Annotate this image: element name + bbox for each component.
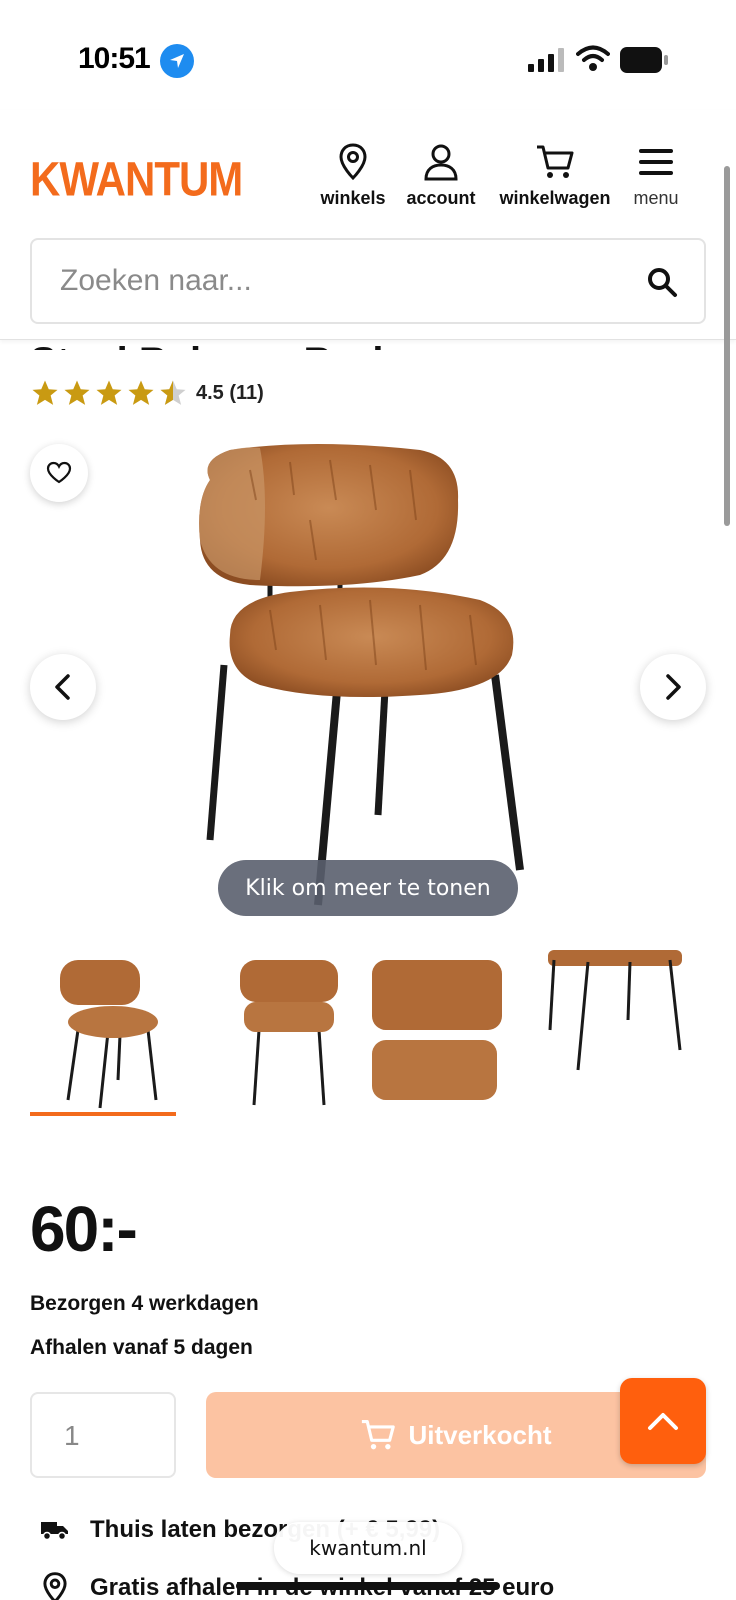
location-arrow-icon: [160, 44, 194, 78]
thumbnail-2[interactable]: [214, 950, 364, 1110]
location-pin-icon: [38, 1572, 72, 1600]
star-icon: [96, 380, 122, 405]
active-thumbnail-indicator: [30, 1112, 176, 1116]
quantity-value: 1: [64, 1420, 80, 1451]
cellular-signal-icon: [528, 48, 564, 72]
nav-menu[interactable]: menu: [628, 140, 684, 209]
star-icon: [64, 380, 90, 405]
quantity-field[interactable]: 1: [30, 1392, 176, 1478]
battery-icon: [620, 47, 668, 73]
thumbnail-strip: [30, 950, 710, 1120]
home-indicator: [236, 1582, 500, 1590]
nav-account[interactable]: account: [400, 140, 482, 209]
hamburger-menu-icon: [628, 140, 684, 184]
chevron-right-icon: [666, 674, 681, 700]
nav-label: account: [406, 188, 476, 208]
nav-label: winkels: [320, 188, 386, 208]
cart-icon: [492, 140, 618, 184]
cart-button-label: Uitverkocht: [408, 1419, 552, 1450]
product-rating[interactable]: 4.5 (11): [30, 378, 264, 408]
star-icon: [128, 380, 154, 405]
location-pin-icon: [318, 140, 388, 184]
chevron-up-icon: [648, 1413, 678, 1430]
rating-text: 4.5 (11): [196, 381, 264, 404]
nav-winkelwagen[interactable]: winkelwagen: [492, 140, 618, 209]
thumbnail-1[interactable]: [38, 950, 188, 1110]
product-title: Stoel Belsana Bruin: [30, 340, 408, 350]
show-more-overlay[interactable]: Klik om meer te tonen: [218, 860, 518, 916]
thumbnail-4[interactable]: [540, 950, 690, 1110]
pickup-time: Afhalen vanaf 5 dagen: [30, 1336, 253, 1359]
search-placeholder: Zoeken naar...: [60, 264, 252, 297]
search-input[interactable]: Zoeken naar...: [30, 238, 706, 324]
scroll-to-top-button[interactable]: [620, 1378, 706, 1464]
half-star-icon: [160, 380, 186, 405]
nav-winkels[interactable]: winkels: [318, 140, 388, 209]
user-icon: [400, 140, 482, 184]
nav-label: winkelwagen: [499, 188, 611, 208]
page-scrollbar[interactable]: [724, 166, 730, 526]
next-image-button[interactable]: [640, 654, 706, 720]
product-price: 60:-: [30, 1193, 138, 1265]
truck-icon: [38, 1519, 72, 1541]
star-icon: [32, 380, 58, 405]
wifi-icon: [576, 45, 610, 71]
browser-url-bar[interactable]: kwantum.nl: [274, 1522, 462, 1574]
nav-label: menu: [633, 188, 679, 208]
kwantum-logo[interactable]: KWANTUM: [30, 152, 243, 207]
cart-icon: [362, 1420, 396, 1450]
heart-icon: [46, 461, 72, 484]
previous-image-button[interactable]: [30, 654, 96, 720]
search-icon[interactable]: [646, 266, 678, 298]
status-time: 10:51: [78, 42, 151, 75]
chevron-left-icon: [55, 674, 70, 700]
favorite-button[interactable]: [30, 444, 88, 502]
delivery-time: Bezorgen 4 werkdagen: [30, 1292, 259, 1315]
status-bar: 10:51: [0, 0, 736, 110]
thumbnail-3[interactable]: [372, 950, 502, 1110]
site-header: KWANTUM winkels account winkelwagen menu…: [0, 110, 736, 340]
